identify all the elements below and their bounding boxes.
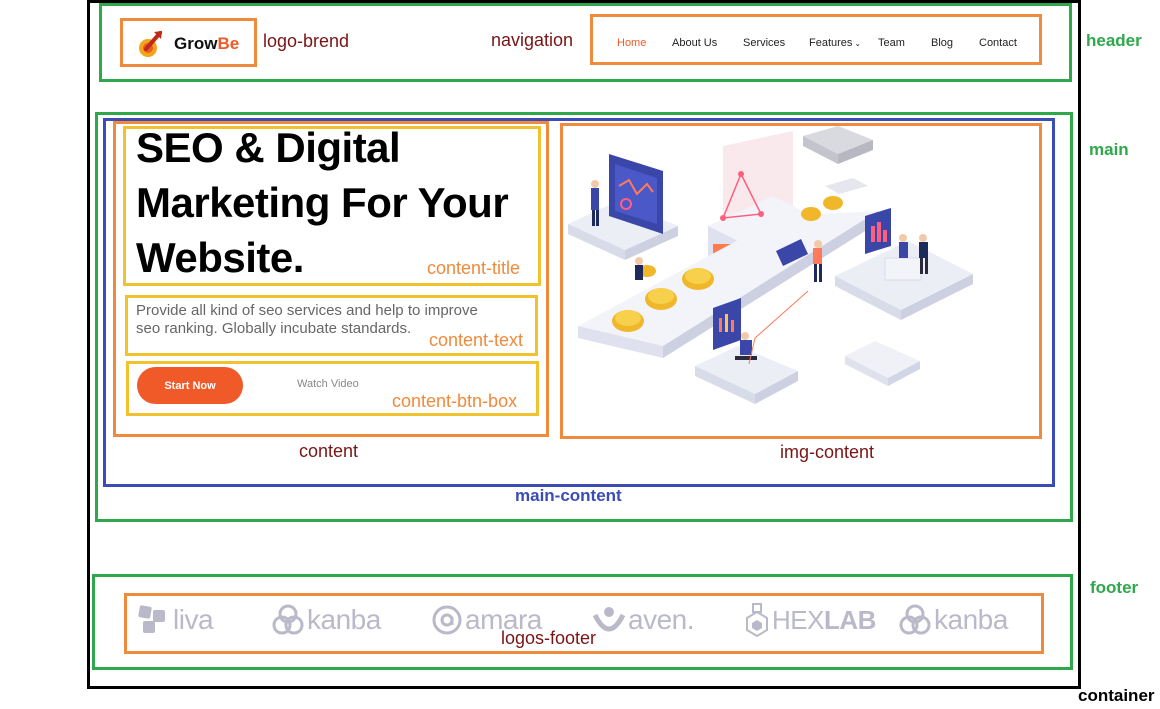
logo-box[interactable]: GrowBe: [120, 18, 257, 67]
footer-logo-kanba[interactable]: kanba: [271, 600, 381, 640]
logo-brand-label: logo-brend: [263, 31, 350, 51]
hexlab-logo-text-bold: LAB: [823, 604, 876, 635]
description-line-1: Provide all kind of seo services and hel…: [136, 302, 478, 319]
main-label: main: [1089, 140, 1129, 159]
content-btn-box-label: content-btn-box: [392, 391, 518, 411]
content-title-label: content-title: [427, 258, 521, 278]
nav-item-features[interactable]: Features ⌄: [809, 37, 861, 49]
kanba-icon: [899, 604, 931, 635]
footer-logo-kanba-2[interactable]: kanba: [898, 600, 1008, 640]
hexlab-logo-text: HEXLAB: [772, 605, 876, 636]
liva-icon: [138, 605, 165, 633]
main-content-label: main-content: [515, 486, 622, 505]
header-label: header: [1086, 31, 1142, 50]
logos-footer-label: logos-footer: [501, 628, 597, 648]
title-line-1: SEO & Digital: [136, 124, 401, 171]
title-line-2: Marketing For Your: [136, 179, 509, 226]
aven-logo-text: aven.: [628, 604, 695, 635]
start-now-button[interactable]: Start Now: [137, 367, 243, 404]
footer-label: footer: [1090, 578, 1139, 597]
brand-name-part2: Be: [217, 34, 240, 53]
nav-item-features-label: Features: [809, 37, 853, 49]
aven-icon: [592, 607, 626, 632]
footer-logo-hexlab[interactable]: HEXLAB: [745, 600, 876, 640]
content-text-label: content-text: [429, 330, 524, 350]
brand-name-part1: Grow: [174, 34, 218, 53]
hexlab-icon: [746, 603, 768, 637]
content-label: content: [299, 441, 359, 461]
liva-logo-text: liva: [173, 604, 214, 635]
kanba-logo-text-2: kanba: [934, 604, 1008, 635]
seo-isometric-illustration: [568, 126, 973, 404]
nav-item-blog[interactable]: Blog: [931, 37, 953, 49]
navigation-box: Home About Us Services Features ⌄ Team Bl…: [590, 14, 1042, 65]
chevron-down-icon: ⌄: [854, 39, 862, 48]
footer-logo-aven[interactable]: aven.: [592, 600, 695, 640]
navigation-label: navigation: [491, 30, 574, 50]
nav-item-about-us[interactable]: About Us: [672, 37, 717, 49]
nav-item-team[interactable]: Team: [878, 37, 905, 49]
hexlab-logo-text-light: HEX: [772, 604, 824, 635]
rocket-icon: [139, 31, 162, 57]
nav-item-services[interactable]: Services: [743, 37, 785, 49]
footer-logo-liva[interactable]: liva: [137, 600, 214, 640]
kanba-icon: [272, 604, 304, 635]
brand-name: GrowBe: [174, 34, 239, 54]
img-content-label: img-content: [780, 442, 875, 462]
container-label: container: [1078, 686, 1155, 705]
kanba-logo-text: kanba: [307, 604, 381, 635]
img-content-box: [560, 123, 1042, 439]
nav-item-contact[interactable]: Contact: [979, 37, 1017, 49]
nav-item-home[interactable]: Home: [617, 37, 646, 49]
watch-video-button[interactable]: Watch Video: [297, 378, 359, 390]
amara-icon: [432, 605, 462, 635]
